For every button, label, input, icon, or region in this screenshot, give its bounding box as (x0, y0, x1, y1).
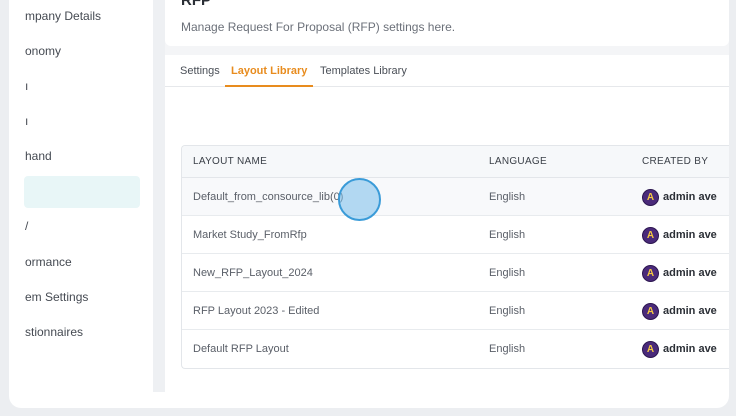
sidebar-divider (153, 0, 165, 392)
sidebar-item-label: em Settings (25, 290, 89, 304)
creator-name: admin ave (663, 343, 717, 355)
sidebar-item-3[interactable]: ı (9, 70, 153, 102)
page-header: RFP Manage Request For Proposal (RFP) se… (165, 0, 729, 46)
table-row[interactable]: Market Study_FromRfp English A admin ave (182, 216, 729, 254)
language-cell: English (489, 191, 526, 203)
tab-layout-library[interactable]: Layout Library (225, 55, 314, 87)
sidebar-item-label: hand (25, 149, 52, 163)
created-by-cell: A admin ave (642, 339, 717, 359)
layout-name-cell[interactable]: RFP Layout 2023 - Edited (193, 292, 319, 330)
avatar: A (642, 264, 659, 282)
sidebar-item-company-details[interactable]: mpany Details (9, 0, 153, 32)
sidebar-item-7[interactable]: / (9, 210, 153, 242)
created-by-cell: A admin ave (642, 187, 717, 207)
column-header-language[interactable]: LANGUAGE (489, 146, 547, 178)
table-header: LAYOUT NAME LANGUAGE CREATED BY (182, 146, 729, 178)
column-header-layout-name[interactable]: LAYOUT NAME (193, 146, 267, 178)
layout-name-cell[interactable]: Default RFP Layout (193, 330, 289, 368)
table-row[interactable]: Default RFP Layout English A admin ave (182, 330, 729, 368)
layout-library-panel: Settings Layout Library Templates Librar… (165, 55, 729, 392)
sidebar-item-questionnaires[interactable]: stionnaires (9, 316, 153, 348)
sidebar-item-label: mpany Details (25, 9, 102, 23)
avatar: A (642, 226, 659, 244)
sidebar-item-rfp[interactable] (24, 176, 140, 208)
language-cell: English (489, 229, 526, 241)
created-by-cell: A admin ave (642, 225, 717, 245)
language-cell: English (489, 343, 526, 355)
table-row[interactable]: RFP Layout 2023 - Edited English A admin… (182, 292, 729, 330)
sidebar-item-system-settings[interactable]: em Settings (9, 281, 153, 313)
creator-name: admin ave (663, 229, 717, 241)
main-content: RFP Manage Request For Proposal (RFP) se… (165, 0, 729, 392)
sidebar-item-taxonomy[interactable]: onomy (9, 35, 153, 67)
creator-name: admin ave (663, 267, 717, 279)
tab-bar: Settings Layout Library Templates Librar… (165, 55, 729, 87)
tab-settings[interactable]: Settings (174, 55, 226, 87)
sidebar-item-label: stionnaires (25, 325, 84, 339)
click-indicator (338, 178, 381, 221)
sidebar-item-label: ı (25, 114, 29, 128)
sidebar-item-label: ı (25, 79, 29, 93)
language-cell: English (489, 305, 526, 317)
sidebar-item-4[interactable]: ı (9, 105, 153, 137)
sidebar-item-label: ormance (25, 255, 72, 269)
creator-name: admin ave (663, 305, 717, 317)
page-title: RFP (181, 0, 211, 9)
column-header-created-by[interactable]: CREATED BY (642, 146, 708, 178)
created-by-cell: A admin ave (642, 301, 717, 321)
table-row[interactable]: Default_from_consource_lib(0) English A … (182, 178, 729, 216)
language-cell: English (489, 267, 526, 279)
sidebar-item-label: / (25, 219, 29, 233)
tab-templates-library[interactable]: Templates Library (314, 55, 413, 87)
created-by-cell: A admin ave (642, 263, 717, 283)
avatar: A (642, 340, 659, 358)
layout-name-cell[interactable]: New_RFP_Layout_2024 (193, 254, 313, 292)
avatar: A (642, 302, 659, 320)
sidebar: mpany Details onomy ı ı hand / ormance e… (9, 0, 153, 392)
layout-name-cell[interactable]: Default_from_consource_lib(0) (193, 178, 343, 216)
layout-name-cell[interactable]: Market Study_FromRfp (193, 216, 307, 254)
sidebar-item-performance[interactable]: ormance (9, 246, 153, 278)
layouts-table: LAYOUT NAME LANGUAGE CREATED BY Default_… (181, 145, 729, 369)
sidebar-item-label: onomy (25, 44, 62, 58)
table-row[interactable]: New_RFP_Layout_2024 English A admin ave (182, 254, 729, 292)
avatar: A (642, 188, 659, 206)
page-subtitle: Manage Request For Proposal (RFP) settin… (181, 20, 456, 34)
creator-name: admin ave (663, 191, 717, 203)
sidebar-item-brand[interactable]: hand (9, 140, 153, 172)
